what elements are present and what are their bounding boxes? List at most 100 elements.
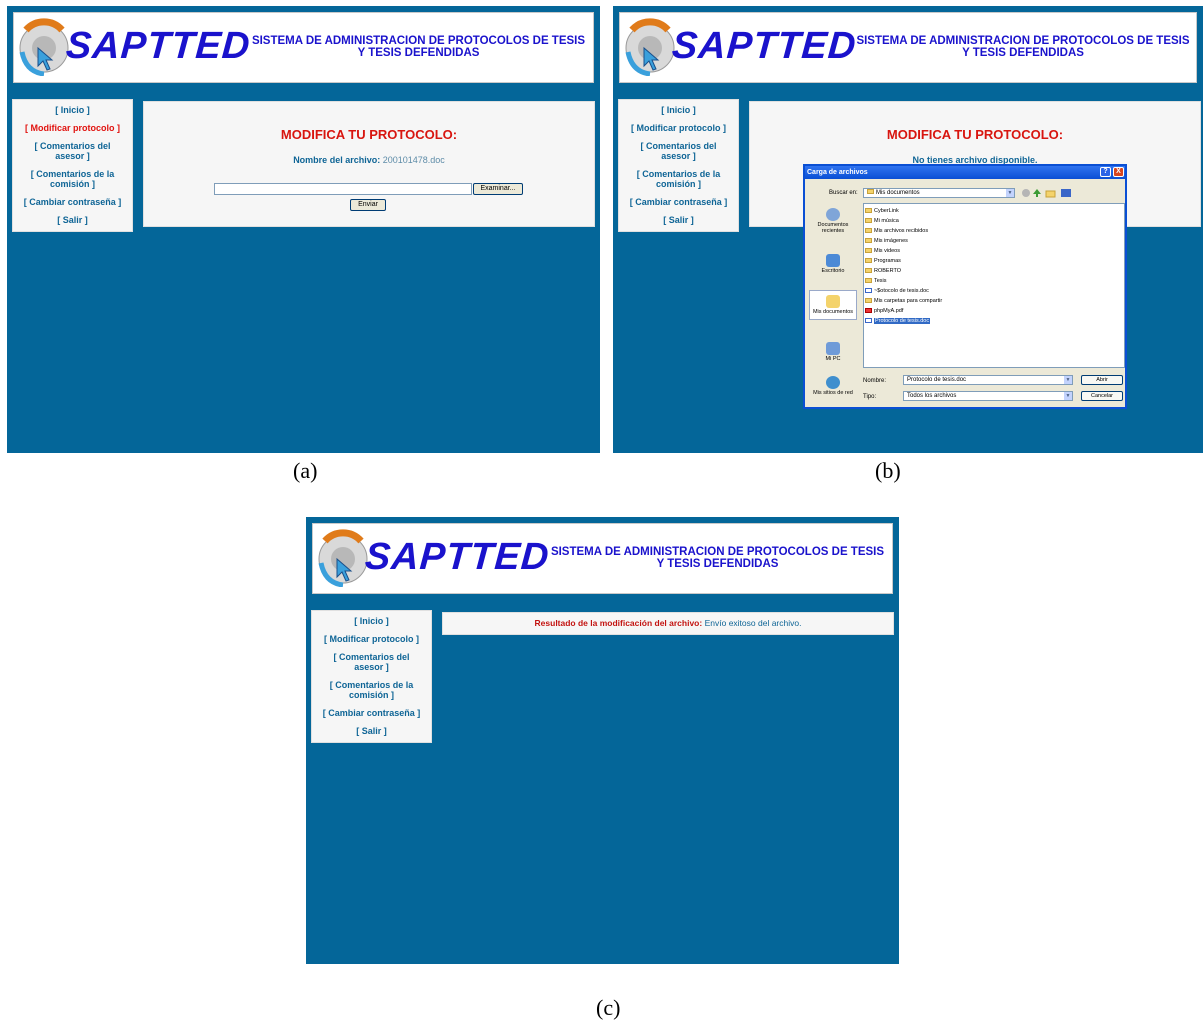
nav-inicio[interactable]: [ Inicio ] xyxy=(15,105,130,115)
nav-comentarios-comision[interactable]: [ Comentarios de la comisión ] xyxy=(621,169,736,189)
subtitle-line-2: Y TESIS DEFENDIDAS xyxy=(962,47,1084,59)
file-name: ROBERTO xyxy=(874,268,901,274)
sidebar-nav: [ Inicio ] [ Modificar protocolo ] [ Com… xyxy=(311,610,432,743)
screenshot-a: SAPTTED SISTEMA DE ADMINISTRACION DE PRO… xyxy=(7,6,600,453)
file-name: Mi música xyxy=(874,218,899,224)
nav-modificar-protocolo[interactable]: [ Modificar protocolo ] xyxy=(621,123,736,133)
subtitle-line-2: Y TESIS DEFENDIDAS xyxy=(656,558,779,570)
file-name-value: 200101478.doc xyxy=(382,155,445,165)
nav-comentarios-asesor[interactable]: [ Comentarios del asesor ] xyxy=(314,652,429,672)
subtitle-line-1: SISTEMA DE ADMINISTRACION DE PROTOCOLOS … xyxy=(550,546,885,558)
list-item[interactable]: Mis archivos recibidos xyxy=(865,226,1123,236)
file-type-select[interactable]: Todos los archivos ▼ xyxy=(903,391,1073,401)
list-item[interactable]: ~$otocolo de tesis.doc xyxy=(865,286,1123,296)
sidebar-nav: [ Inicio ] [ Modificar protocolo ] [ Com… xyxy=(12,99,133,232)
file-name-line: Nombre del archivo: 200101478.doc xyxy=(144,155,594,165)
site-header: SAPTTED SISTEMA DE ADMINISTRACION DE PRO… xyxy=(619,12,1197,83)
my-documents-icon xyxy=(826,295,840,308)
open-button[interactable]: Abrir xyxy=(1081,375,1123,385)
nav-inicio[interactable]: [ Inicio ] xyxy=(314,616,429,626)
nav-comentarios-asesor[interactable]: [ Comentarios del asesor ] xyxy=(621,141,736,161)
place-network-label: Mis sitios de red xyxy=(813,390,853,396)
file-name: Mis imágenes xyxy=(874,238,908,244)
logo-icon xyxy=(19,18,69,76)
document-icon xyxy=(865,288,872,294)
nav-comentarios-comision[interactable]: [ Comentarios de la comisión ] xyxy=(314,680,429,700)
list-item[interactable]: Tesis xyxy=(865,276,1123,286)
nav-comentarios-asesor[interactable]: [ Comentarios del asesor ] xyxy=(15,141,130,161)
system-subtitle: SISTEMA DE ADMINISTRACION DE PROTOCOLOS … xyxy=(852,35,1194,59)
file-name-label: Nombre del archivo: xyxy=(293,155,381,165)
list-item[interactable]: CyberLink xyxy=(865,206,1123,216)
file-path-input[interactable] xyxy=(214,183,472,195)
nav-comentarios-comision[interactable]: [ Comentarios de la comisión ] xyxy=(15,169,130,189)
nav-salir[interactable]: [ Salir ] xyxy=(314,726,429,736)
close-icon[interactable]: X xyxy=(1113,167,1124,177)
look-in-label: Buscar en: xyxy=(829,190,858,196)
nav-inicio[interactable]: [ Inicio ] xyxy=(621,105,736,115)
file-list: CyberLink Mi música Mis archivos recibid… xyxy=(863,203,1125,368)
place-recent[interactable]: Documentos recientes xyxy=(809,208,857,234)
shared-folder-icon xyxy=(865,298,872,304)
folder-icon xyxy=(865,278,872,284)
document-icon xyxy=(865,318,872,324)
file-name-field[interactable]: Protocolo de tesis.doc ▼ xyxy=(903,375,1073,385)
screenshot-c: SAPTTED SISTEMA DE ADMINISTRACION DE PRO… xyxy=(306,517,899,964)
nav-salir[interactable]: [ Salir ] xyxy=(621,215,736,225)
desktop-icon xyxy=(826,254,840,267)
look-in-select[interactable]: Mis documentos ▼ xyxy=(863,188,1015,198)
file-upload-dialog: Carga de archivos ? X Buscar en: Mis doc… xyxy=(803,164,1127,409)
place-recent-label: Documentos recientes xyxy=(817,222,849,234)
nav-modificar-protocolo[interactable]: [ Modificar protocolo ] xyxy=(314,634,429,644)
list-item[interactable]: phpMyA.pdf xyxy=(865,306,1123,316)
list-item[interactable]: Programas xyxy=(865,256,1123,266)
site-header: SAPTTED SISTEMA DE ADMINISTRACION DE PRO… xyxy=(312,523,893,594)
page-heading: MODIFICA TU PROTOCOLO: xyxy=(886,127,1064,142)
browse-button[interactable]: Examinar... xyxy=(473,183,523,195)
dialog-titlebar: Carga de archivos ? X xyxy=(805,166,1125,179)
subtitle-line-1: SISTEMA DE ADMINISTRACION DE PROTOCOLOS … xyxy=(856,35,1190,47)
cancel-button[interactable]: Cancelar xyxy=(1081,391,1123,401)
file-name: Mis archivos recibidos xyxy=(874,228,929,234)
file-name-field-value: Protocolo de tesis.doc xyxy=(907,377,967,383)
file-type-value: Todos los archivos xyxy=(907,393,957,399)
folder-icon xyxy=(867,189,874,194)
brand-title: SAPTTED xyxy=(64,25,252,67)
list-item[interactable]: Mis imágenes xyxy=(865,236,1123,246)
send-button[interactable]: Enviar xyxy=(350,199,386,211)
folder-icon xyxy=(865,208,872,214)
list-item[interactable]: ROBERTO xyxy=(865,266,1123,276)
place-network[interactable]: Mis sitios de red xyxy=(809,376,857,396)
nav-cambiar-contrasena[interactable]: [ Cambiar contraseña ] xyxy=(15,197,130,207)
list-item-selected[interactable]: Protocolo de tesis.doc xyxy=(865,316,1123,326)
system-subtitle: SISTEMA DE ADMINISTRACION DE PROTOCOLOS … xyxy=(545,546,890,570)
folder-icon xyxy=(865,248,872,254)
recent-documents-icon xyxy=(826,208,840,221)
file-name: ~$otocolo de tesis.doc xyxy=(874,288,929,294)
places-bar: Documentos recientes Escritorio Mis docu… xyxy=(809,204,857,404)
list-item[interactable]: Mis videos xyxy=(865,246,1123,256)
nav-modificar-protocolo[interactable]: [ Modificar protocolo ] xyxy=(15,123,130,133)
list-item[interactable]: Mi música xyxy=(865,216,1123,226)
place-desktop-label: Escritorio xyxy=(821,268,845,274)
list-item[interactable]: Mis carpetas para compartir xyxy=(865,296,1123,306)
place-my-computer-label: Mi PC xyxy=(825,356,841,362)
my-computer-icon xyxy=(826,342,840,355)
help-icon[interactable]: ? xyxy=(1100,167,1111,177)
result-message-bar: Resultado de la modificación del archivo… xyxy=(442,612,894,635)
file-type-label: Tipo: xyxy=(863,394,877,400)
nav-cambiar-contrasena[interactable]: [ Cambiar contraseña ] xyxy=(314,708,429,718)
file-name: Protocolo de tesis.doc xyxy=(874,318,931,324)
file-name: phpMyA.pdf xyxy=(874,308,904,314)
caption-a: (a) xyxy=(293,458,318,483)
nav-cambiar-contrasena[interactable]: [ Cambiar contraseña ] xyxy=(621,197,736,207)
page-heading: MODIFICA TU PROTOCOLO: xyxy=(280,127,458,142)
look-in-value: Mis documentos xyxy=(876,190,920,196)
place-my-computer[interactable]: Mi PC xyxy=(809,342,857,362)
place-desktop[interactable]: Escritorio xyxy=(809,254,857,274)
place-my-documents[interactable]: Mis documentos xyxy=(809,290,857,320)
file-name-label: Nombre: xyxy=(863,378,887,384)
nav-salir[interactable]: [ Salir ] xyxy=(15,215,130,225)
result-label: Resultado de la modificación del archivo… xyxy=(534,618,703,628)
folder-icon xyxy=(865,238,872,244)
